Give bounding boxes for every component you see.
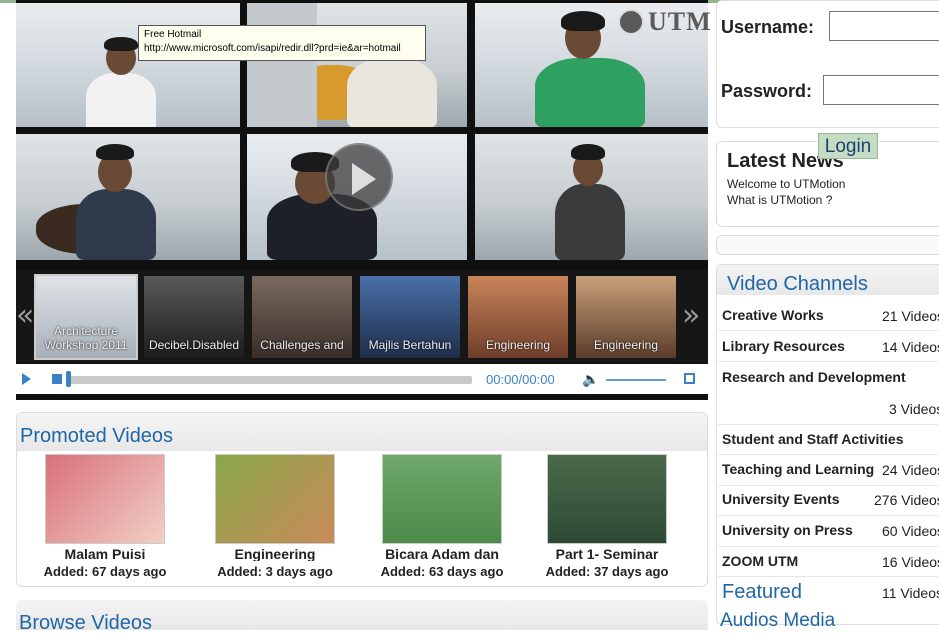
- fullscreen-icon[interactable]: [684, 373, 695, 384]
- divider: [718, 485, 938, 486]
- play-icon[interactable]: [22, 373, 31, 385]
- playlist-item-label: Majlis Bertahun: [368, 338, 452, 352]
- playlist-item-label: Architecture: [53, 324, 119, 338]
- player-controls: 00:00/00:00 🔈: [16, 364, 708, 394]
- tooltip-title: Free Hotmail: [144, 29, 202, 40]
- promoted-videos-panel: Promoted Videos Malam Puisi Added: 67 da…: [16, 412, 708, 587]
- video-added: Added: 3 days ago: [217, 564, 333, 579]
- channel-count: 16 Videos: [882, 554, 939, 570]
- login-button[interactable]: Login: [818, 133, 878, 159]
- play-icon: [352, 163, 376, 195]
- channels-heading: Video Channels: [727, 273, 868, 295]
- promoted-video[interactable]: Malam Puisi Added: 67 days ago: [25, 454, 185, 579]
- utm-seal-icon: [618, 9, 644, 35]
- channel-count: 21 Videos: [882, 308, 939, 324]
- news-item[interactable]: Welcome to UTMotion: [727, 177, 845, 191]
- channel-count: 60 Videos: [882, 523, 939, 539]
- playlist-item-label: Engineering: [593, 338, 659, 352]
- audios-heading: Audios Media: [720, 610, 835, 632]
- divider: [718, 515, 938, 516]
- channel-count: 3 Videos: [889, 401, 939, 417]
- channel-university-press[interactable]: University on Press: [722, 522, 853, 538]
- next-arrow-icon[interactable]: »: [682, 298, 700, 333]
- video-thumbnail[interactable]: [45, 454, 165, 544]
- volume-slider[interactable]: [606, 379, 666, 381]
- tooltip: Free Hotmail http://www.microsoft.com/is…: [138, 25, 426, 61]
- channel-university-events[interactable]: University Events: [722, 491, 840, 507]
- playlist-item-label: Engineering: [485, 338, 551, 352]
- channel-library-resources[interactable]: Library Resources: [722, 338, 845, 354]
- promoted-heading: Promoted Videos: [20, 425, 174, 447]
- divider: [718, 454, 938, 455]
- stop-icon[interactable]: [52, 374, 62, 384]
- video-thumbnail[interactable]: [382, 454, 502, 544]
- media-label: Media: [783, 610, 836, 631]
- divider: [718, 424, 938, 425]
- video-title[interactable]: Bicara Adam dan: [362, 546, 522, 561]
- video-frame-1: [16, 3, 240, 127]
- prev-arrow-icon[interactable]: «: [16, 298, 34, 333]
- video-frame-6: [475, 134, 708, 260]
- channel-student-staff[interactable]: Student and Staff Activities: [722, 431, 904, 447]
- video-added: Added: 63 days ago: [380, 564, 504, 579]
- channel-count: 276 Videos: [874, 492, 939, 508]
- channel-count: 24 Videos: [882, 462, 939, 478]
- playlist-item-label: Challenges and: [260, 338, 344, 352]
- divider: [718, 546, 938, 547]
- video-title[interactable]: Engineering: [195, 546, 355, 561]
- channel-teaching-learning[interactable]: Teaching and Learning: [722, 461, 874, 477]
- seek-handle[interactable]: [66, 371, 71, 387]
- playlist-item[interactable]: Engineering: [576, 276, 676, 358]
- channel-creative-works[interactable]: Creative Works: [722, 307, 824, 323]
- video-title[interactable]: Part 1- Seminar: [527, 546, 687, 561]
- play-overlay-button[interactable]: [325, 143, 393, 211]
- divider: [718, 361, 938, 362]
- password-input[interactable]: [823, 75, 939, 105]
- audios-label: Audios: [720, 610, 779, 631]
- browse-heading: Browse Videos: [19, 612, 153, 634]
- time-display: 00:00/00:00: [486, 372, 555, 387]
- username-label: Username:: [721, 17, 815, 37]
- channel-count: 14 Videos: [882, 339, 939, 355]
- video-frame-4: [16, 134, 240, 260]
- video-added: Added: 37 days ago: [545, 564, 669, 579]
- channels-header: Video Channels: [717, 265, 939, 295]
- playlist-item[interactable]: Decibel.Disabled: [144, 276, 244, 358]
- news-item[interactable]: What is UTMotion ?: [727, 193, 832, 207]
- utm-logo: UTM: [618, 6, 712, 38]
- channel-zoom-utm[interactable]: ZOOM UTM: [722, 553, 798, 569]
- promoted-video[interactable]: Engineering Added: 3 days ago: [195, 454, 355, 579]
- username-input[interactable]: [829, 11, 939, 41]
- video-title[interactable]: Malam Puisi: [25, 546, 185, 561]
- playlist-item-label: Workshop 2011: [44, 338, 128, 352]
- promoted-header: Promoted Videos: [17, 413, 707, 451]
- playlist-item-label: Decibel.Disabled: [148, 338, 240, 352]
- video-thumbnail[interactable]: [215, 454, 335, 544]
- playlist-item[interactable]: Architecture Workshop 2011: [34, 274, 138, 360]
- tooltip-url: http://www.microsoft.com/isapi/redir.dll…: [144, 43, 401, 54]
- password-label: Password:: [721, 81, 813, 101]
- browse-videos-header: Browse Videos: [16, 600, 708, 634]
- divider: [718, 330, 938, 331]
- featured-heading: Featured: [722, 581, 803, 603]
- promoted-video[interactable]: Part 1- Seminar Added: 37 days ago: [527, 454, 687, 579]
- playlist-item[interactable]: Challenges and: [252, 276, 352, 358]
- video-thumbnail[interactable]: [547, 454, 667, 544]
- playlist-strip: « Architecture Workshop 2011 Decibel.Dis…: [16, 270, 708, 363]
- divider: [718, 576, 938, 577]
- news-footer: [716, 235, 939, 255]
- playlist-item[interactable]: Majlis Bertahun: [360, 276, 460, 358]
- volume-icon[interactable]: 🔈: [582, 371, 599, 388]
- video-added: Added: 67 days ago: [43, 564, 167, 579]
- seek-bar[interactable]: [68, 376, 472, 384]
- promoted-video[interactable]: Bicara Adam dan Added: 63 days ago: [362, 454, 522, 579]
- channel-research-development[interactable]: Research and Development: [722, 369, 906, 385]
- playlist-item[interactable]: Engineering: [468, 276, 568, 358]
- video-frame-2: [247, 3, 467, 127]
- channel-count: 11 Videos: [882, 585, 939, 601]
